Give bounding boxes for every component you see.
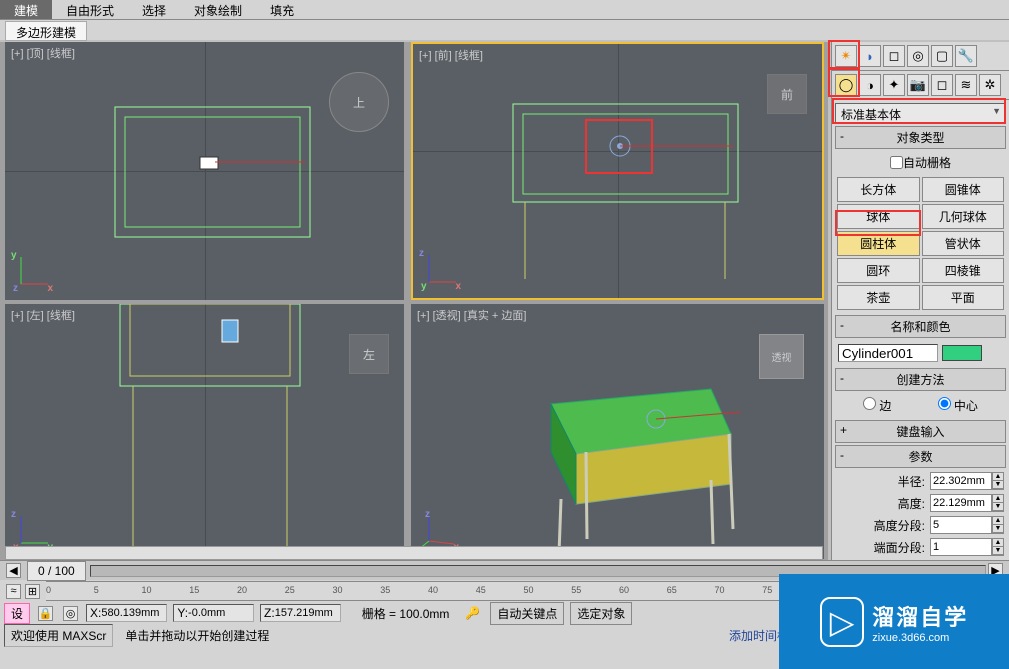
menu-objectpaint[interactable]: 对象绘制 [180,0,256,19]
viewport-front[interactable]: [+] [前] [线框] 前 z x y [411,42,824,300]
object-color-swatch[interactable] [942,345,982,361]
h-scrollbar[interactable] [5,546,823,560]
btn-torus[interactable]: 圆环 [837,258,920,283]
axis-gizmo-top: x y z [13,252,53,292]
command-panel-tabs: ✴ ◗ ◻ ◎ ▢ 🔧 [832,42,1009,71]
utilities-tab-icon[interactable]: 🔧 [955,45,977,67]
dope-sheet-icon[interactable]: ⊞ [25,584,40,599]
main-menu-bar: 建模 自由形式 选择 对象绘制 填充 [0,0,1009,20]
selected-button[interactable]: 选定对象 [570,602,632,625]
heightseg-input[interactable] [930,516,992,534]
y-coord-input[interactable] [188,607,250,619]
autogrid-checkbox[interactable] [890,156,903,169]
modify-tab-icon[interactable]: ◗ [859,45,881,67]
height-input[interactable] [930,494,992,512]
watermark: ▷ 溜溜自学 zixue.3d66.com [779,574,1009,669]
object-type-grid: 长方体 圆锥体 球体 几何球体 圆柱体 管状体 圆环 四棱锥 茶壶 平面 [832,174,1009,313]
radius-spinner[interactable]: ▲▼ [992,472,1004,490]
frame-indicator[interactable]: 0 / 100 [27,561,86,581]
viewcube-left[interactable]: 左 [349,334,389,374]
timeline-arrow-left-icon[interactable]: ◀ [6,563,21,578]
axis-gizmo-persp: x z y [419,511,459,551]
curve-editor-icon[interactable]: ≈ [6,584,21,599]
axis-gizmo-left: z y x [13,511,53,551]
viewport-left[interactable]: [+] [左] [线框] 左 z y x [5,304,404,559]
script-label: 设 [4,603,30,624]
viewcube-persp[interactable]: 透视 [759,334,804,379]
rollout-keyboard[interactable]: +键盘输入 [835,420,1006,443]
radio-edge[interactable]: 边 [863,397,891,414]
menu-freeform[interactable]: 自由形式 [52,0,128,19]
autokey-button[interactable]: 自动关键点 [490,602,564,625]
capseg-spinner[interactable]: ▲▼ [992,538,1004,556]
btn-cylinder[interactable]: 圆柱体 [837,231,920,256]
helpers-icon[interactable]: ◻ [931,74,953,96]
z-coord-input[interactable] [275,607,337,619]
btn-cone[interactable]: 圆锥体 [922,177,1005,202]
systems-icon[interactable]: ✲ [979,74,1001,96]
rollout-create-method[interactable]: -创建方法 [835,368,1006,391]
height-spinner[interactable]: ▲▼ [992,494,1004,512]
btn-plane[interactable]: 平面 [922,285,1005,310]
grid-info: 栅格 = 100.0mm [362,605,450,622]
submenu-polymodeling[interactable]: 多边形建模 [5,21,87,41]
rollout-name-color[interactable]: -名称和颜色 [835,315,1006,338]
radius-input[interactable] [930,472,992,490]
btn-box[interactable]: 长方体 [837,177,920,202]
btn-pyramid[interactable]: 四棱锥 [922,258,1005,283]
spacewarps-icon[interactable]: ≋ [955,74,977,96]
btn-teapot[interactable]: 茶壶 [837,285,920,310]
create-subtabs: ◯ ◑ ✦ 📷 ◻ ≋ ✲ [832,71,1009,100]
category-dropdown[interactable]: 标准基本体 [835,103,1006,123]
lock-icon[interactable]: 🔒 [38,606,53,621]
radio-center[interactable]: 中心 [938,397,978,414]
viewcube-top[interactable]: 上 [329,72,389,132]
capseg-input[interactable] [930,538,992,556]
geometry-icon[interactable]: ◯ [835,74,857,96]
hint-text: 单击并拖动以开始创建过程 [125,627,717,644]
axis-gizmo-front: z x y [421,250,461,290]
display-tab-icon[interactable]: ▢ [931,45,953,67]
btn-tube[interactable]: 管状体 [922,231,1005,256]
viewport-area: [+] [顶] [线框] 上 x y z [+] [前] [线框] [0,42,828,560]
btn-sphere[interactable]: 球体 [837,204,920,229]
viewport-top[interactable]: [+] [顶] [线框] 上 x y z [5,42,404,300]
shapes-icon[interactable]: ◑ [859,74,881,96]
btn-geosphere[interactable]: 几何球体 [922,204,1005,229]
welcome-text: 欢迎使用 MAXScr [4,624,113,647]
hierarchy-tab-icon[interactable]: ◻ [883,45,905,67]
menu-modeling[interactable]: 建模 [0,0,52,19]
viewcube-front[interactable]: 前 [767,74,807,114]
object-name-input[interactable] [838,344,938,362]
lights-icon[interactable]: ✦ [883,74,905,96]
isolation-icon[interactable]: ◎ [63,606,78,621]
play-logo-icon: ▷ [820,597,865,647]
rollout-object-type[interactable]: -对象类型 [835,126,1006,149]
create-tab-icon[interactable]: ✴ [835,45,857,67]
x-coord-input[interactable] [101,607,163,619]
menu-populate[interactable]: 填充 [256,0,308,19]
rollout-params[interactable]: -参数 [835,445,1006,468]
cameras-icon[interactable]: 📷 [907,74,929,96]
heightseg-spinner[interactable]: ▲▼ [992,516,1004,534]
motion-tab-icon[interactable]: ◎ [907,45,929,67]
viewport-perspective[interactable]: [+] [透视] [真实 + 边面] 透视 x z y [411,304,824,559]
menu-selection[interactable]: 选择 [128,0,180,19]
